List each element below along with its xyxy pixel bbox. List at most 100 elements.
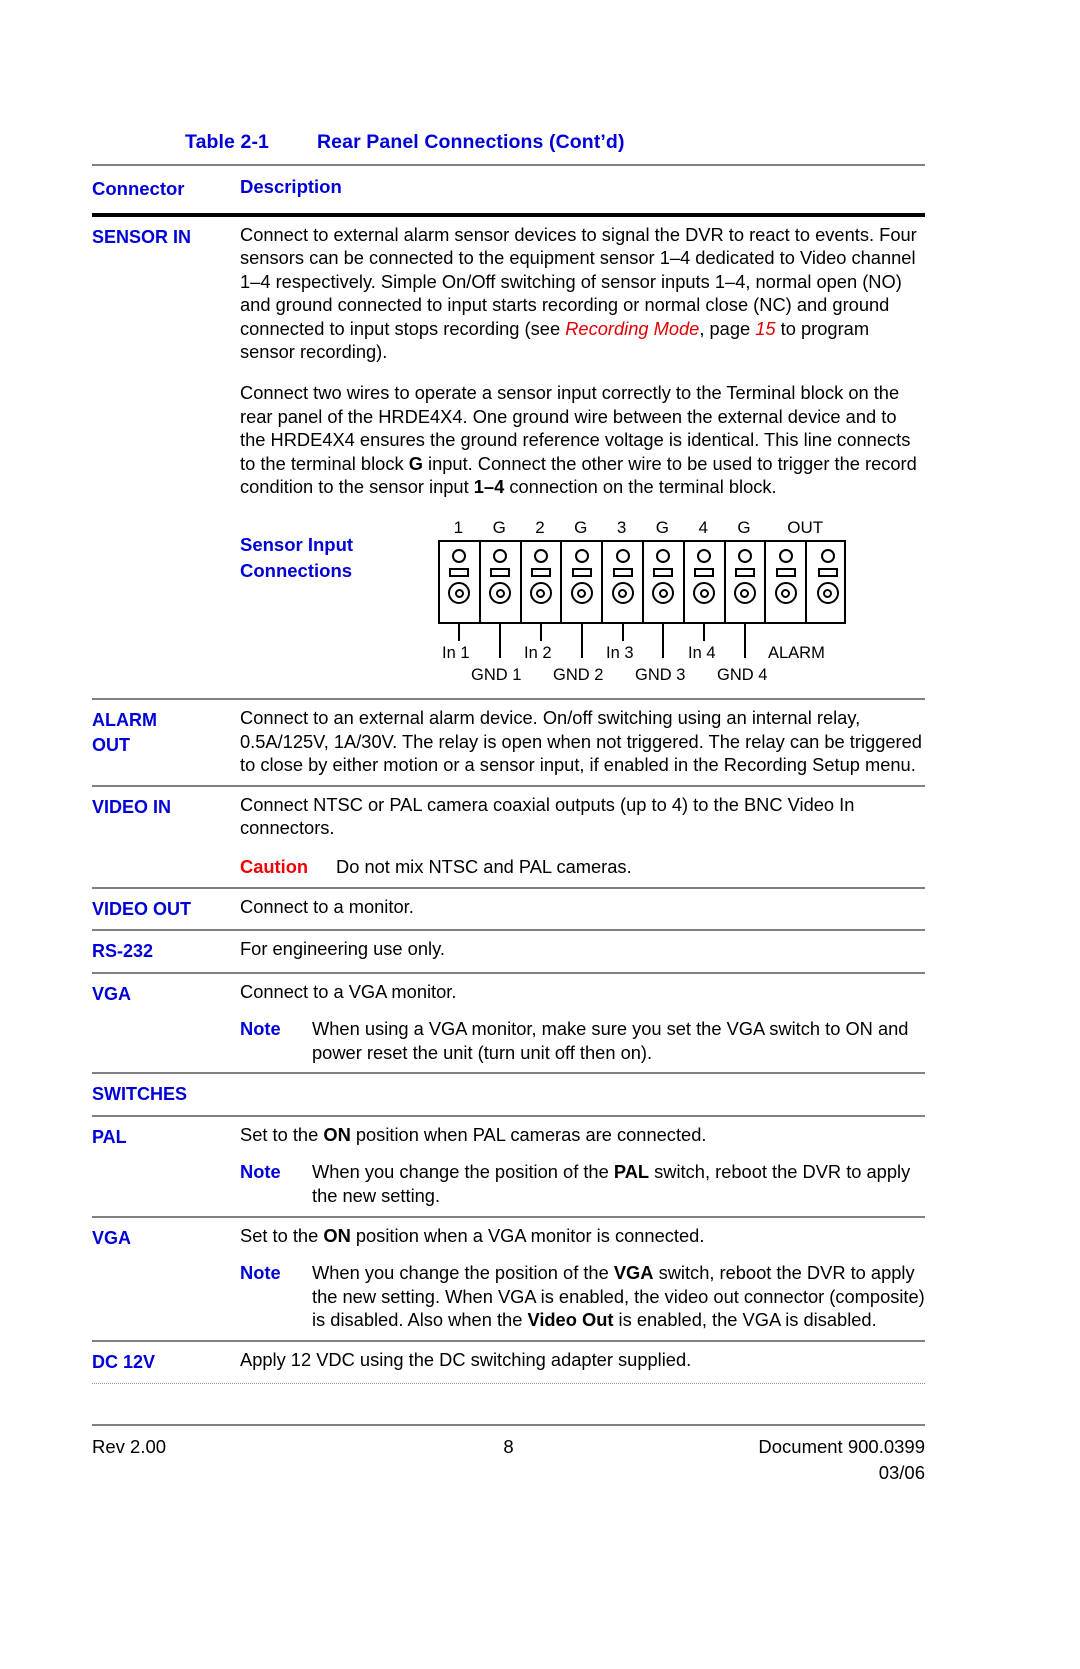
terminal-g2: [562, 542, 604, 623]
row-description-video-in: Connect NTSC or PAL camera coaxial outpu…: [240, 793, 925, 879]
row-description-alarm-out: Connect to an external alarm device. On/…: [240, 706, 925, 777]
row-connector-pal: PAL: [92, 1126, 127, 1147]
table-row: VIDEO OUT Connect to a monitor.: [92, 889, 925, 930]
row-description-sensor-in: Connect to external alarm sensor devices…: [240, 223, 925, 691]
bottom-label-in2: In 2: [524, 644, 552, 663]
note-label: Note: [240, 1018, 281, 1040]
leader-line-in2: [540, 624, 542, 642]
bottom-label-gnd2: GND 2: [553, 666, 604, 685]
note-label: Note: [240, 1161, 281, 1183]
terminal-hole-icon: [574, 549, 589, 564]
pal-desc-b: position when PAL cameras are connected.: [350, 1123, 707, 1145]
sensor-range-bold: 1–4: [473, 476, 505, 498]
table-row: RS-232 For engineering use only.: [92, 931, 925, 972]
vga-text: Connect to a VGA monitor.: [240, 980, 457, 1002]
bottom-label-in1: In 1: [442, 644, 470, 663]
bottom-label-gnd3: GND 3: [635, 666, 686, 685]
bottom-label-in3: In 3: [606, 644, 634, 663]
pal-switch-bold: PAL: [613, 1161, 650, 1183]
table-row: VIDEO IN Connect NTSC or PAL camera coax…: [92, 787, 925, 887]
terminal-label-4: 4: [698, 518, 708, 538]
sensor-in-p1b: , page: [699, 317, 756, 339]
terminal-bottom-labels: In 1 In 2 In 3 In 4 ALARM GND 1 GND 2 GN…: [438, 642, 858, 688]
note-label: Note: [240, 1262, 281, 1284]
row-description-pal: Set to the ON position when PAL cameras …: [240, 1123, 925, 1208]
dc12v-text: Apply 12 VDC using the DC switching adap…: [240, 1349, 692, 1371]
terminal-g-bold: G: [408, 452, 423, 474]
terminal-1: [440, 542, 481, 623]
sensor-in-p2c: connection on the terminal block.: [504, 476, 777, 498]
row-description-dc12v: Apply 12 VDC using the DC switching adap…: [240, 1348, 925, 1372]
page-reference: 15: [755, 317, 776, 339]
table-row: DC 12V Apply 12 VDC using the DC switchi…: [92, 1342, 925, 1383]
table-row: SWITCHES: [92, 1074, 925, 1115]
pal-on-bold: ON: [323, 1123, 351, 1145]
vga-note-a: When you change the position of the: [312, 1262, 614, 1284]
table-row: ALARM OUT Connect to an external alarm d…: [92, 700, 925, 785]
leader-line-in4: [703, 624, 705, 642]
row-connector-sensor-in: SENSOR IN: [92, 226, 192, 247]
table-header-row: Connector Description: [92, 166, 925, 213]
sensor-diagram-label-line2: Connections: [240, 560, 353, 582]
video-out-bold: Video Out: [527, 1309, 614, 1331]
header-description: Description: [240, 176, 342, 197]
terminal-g3: [644, 542, 685, 623]
terminal-3: [603, 542, 644, 623]
row-connector-vga-switch: VGA: [92, 1227, 132, 1248]
terminal-screw-icon: [816, 582, 839, 605]
caution-label: Caution: [240, 856, 309, 877]
terminal-hole-icon: [737, 549, 752, 564]
row-connector-video-out: VIDEO OUT: [92, 898, 192, 919]
caution-text: Do not mix NTSC and PAL cameras.: [336, 856, 632, 877]
recording-mode-reference: Recording Mode: [565, 317, 700, 339]
connections-table: Connector Description SENSOR IN Connect …: [92, 164, 925, 1384]
terminal-label-g3: G: [655, 518, 669, 538]
terminal-slot-icon: [612, 568, 633, 578]
table-title: Table 2-1 Rear Panel Connections (Cont’d): [185, 131, 625, 154]
table-row: SENSOR IN Connect to external alarm sens…: [92, 217, 925, 699]
terminal-label-2: 2: [535, 518, 545, 538]
terminal-screw-icon: [570, 582, 593, 605]
table-row: VGA Set to the ON position when a VGA mo…: [92, 1218, 925, 1340]
terminal-screw-icon: [448, 582, 471, 605]
video-in-caution: Caution Do not mix NTSC and PAL cameras.: [240, 855, 925, 879]
row-connector-video-in: VIDEO IN: [92, 796, 172, 817]
sensor-in-paragraph-1: Connect to external alarm sensor devices…: [240, 223, 925, 365]
terminal-hole-icon: [820, 549, 835, 564]
terminal-screw-icon: [693, 582, 716, 605]
alarm-out-line2: OUT: [92, 734, 130, 755]
note-text: When you change the position of the PAL …: [312, 1160, 925, 1207]
pal-text: Set to the ON position when PAL cameras …: [240, 1123, 925, 1147]
terminal-label-out: OUT: [787, 518, 824, 538]
terminal-hole-icon: [656, 549, 671, 564]
footer-document-id: Document 900.0399 03/06: [758, 1434, 925, 1486]
terminal-screw-icon: [489, 582, 512, 605]
leader-line-in1: [458, 624, 460, 642]
terminal-slot-icon: [775, 568, 796, 578]
terminal-screw-icon: [529, 582, 552, 605]
bottom-label-gnd1: GND 1: [471, 666, 522, 685]
terminal-slot-icon: [694, 568, 715, 578]
terminal-screw-icon: [611, 582, 634, 605]
terminal-4: [685, 542, 726, 623]
vga-switch-text: Set to the ON position when a VGA monito…: [240, 1224, 925, 1248]
terminal-label-g2: G: [574, 518, 588, 538]
table-row: VGA Connect to a VGA monitor. Note When …: [92, 974, 925, 1073]
video-out-text: Connect to a monitor.: [240, 895, 414, 917]
terminal-label-3: 3: [616, 518, 627, 538]
pal-note: Note When you change the position of the…: [240, 1160, 925, 1207]
terminal-alarm-b: [807, 542, 848, 622]
row-connector-rs232: RS-232: [92, 941, 154, 962]
terminal-hole-icon: [778, 549, 793, 564]
terminal-alarm-a: [766, 542, 808, 623]
terminal-top-labels: 1 G 2 G 3 G 4 G OUT: [438, 518, 846, 540]
sensor-diagram-label: Sensor Input Connections: [240, 518, 438, 584]
alarm-out-text: Connect to an external alarm device. On/…: [240, 707, 922, 776]
terminal-block-diagram: 1 G 2 G 3 G 4 G OUT In 1 In 2 In 3 In 4 …: [438, 518, 858, 690]
row-connector-dc12v: DC 12V: [92, 1352, 156, 1373]
terminal-slot-icon: [530, 568, 551, 578]
rs232-text: For engineering use only.: [240, 938, 445, 960]
terminal-slot-icon: [490, 568, 511, 578]
terminal-leader-lines: [438, 624, 846, 659]
terminal-g1: [481, 542, 522, 623]
